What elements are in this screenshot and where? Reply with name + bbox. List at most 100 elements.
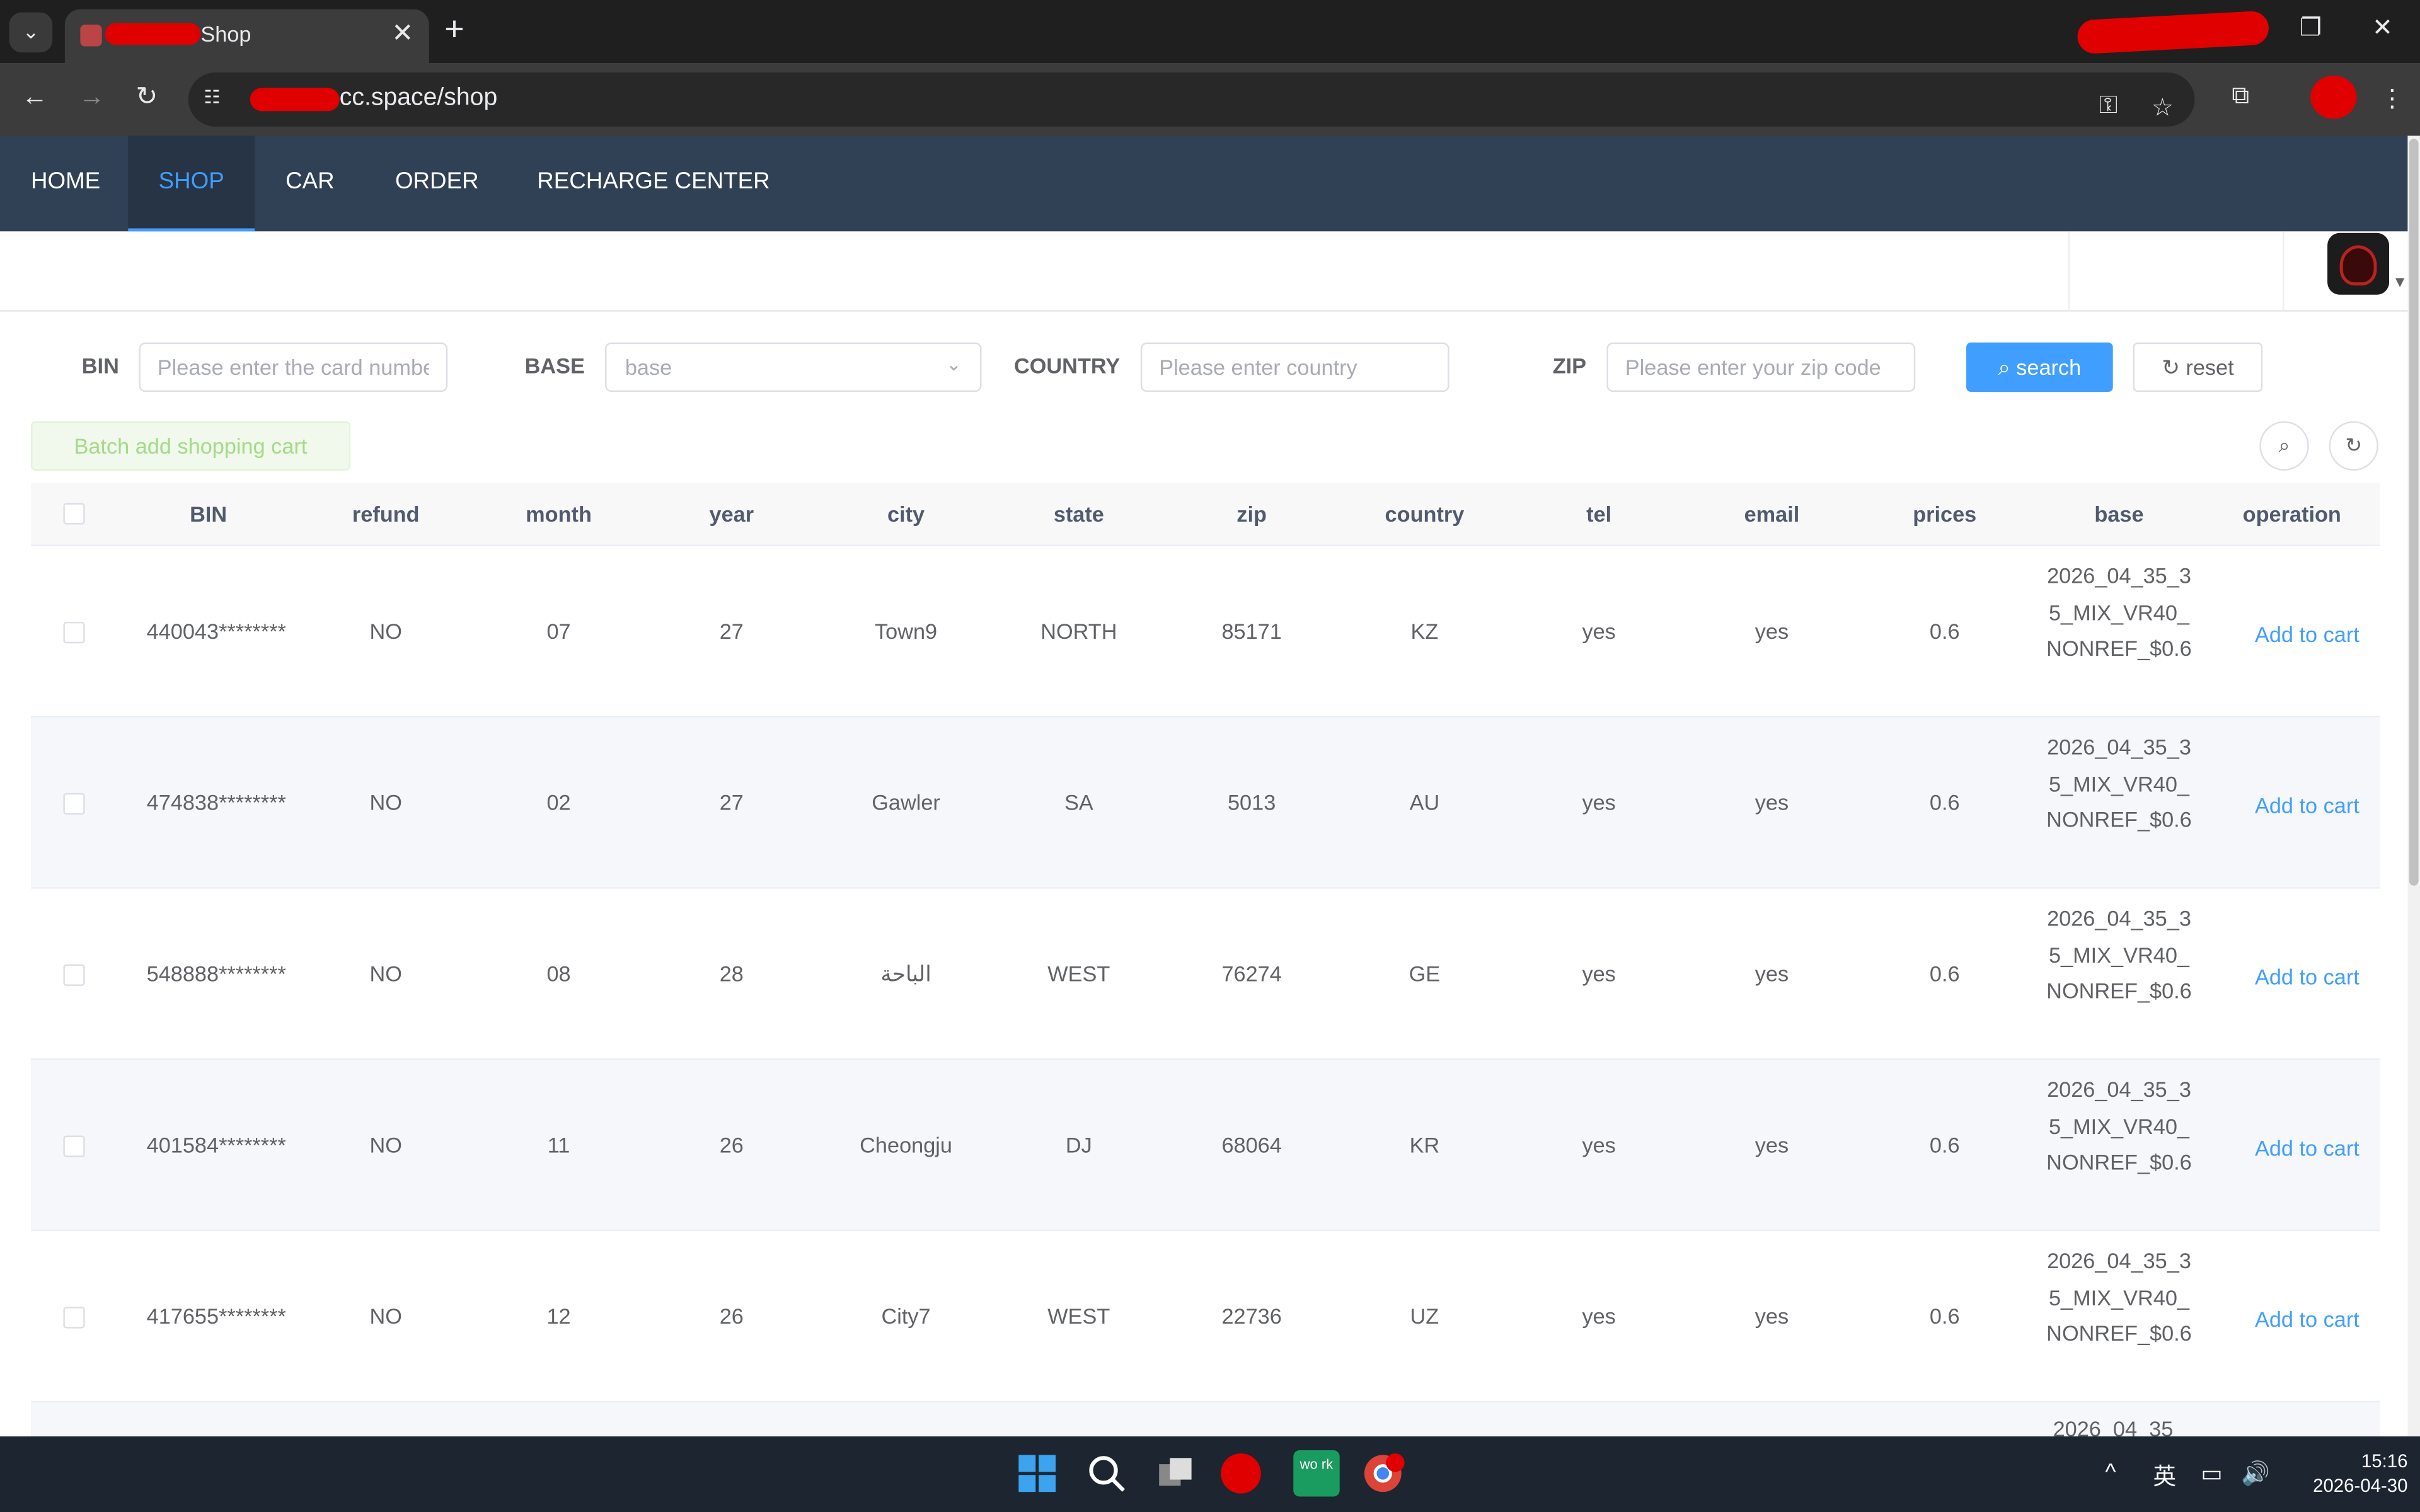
add-to-cart-link[interactable]: Add to cart [2255, 622, 2360, 646]
cell-month: 12 [546, 1303, 571, 1329]
avatar-dropdown-icon[interactable]: ▼ [2392, 275, 2407, 292]
cell-base: 2026_04_35_35_MIX_VR40_NONREF_$0.6 [2046, 905, 2192, 1003]
refresh-table-icon[interactable]: ↻ [2329, 421, 2378, 471]
work-app-icon[interactable]: wo rk [1293, 1450, 1340, 1497]
tray-expand-icon[interactable]: ^ [2105, 1460, 2116, 1486]
select-all-checkbox[interactable] [63, 503, 85, 525]
avatar-logo-icon [2339, 245, 2377, 286]
bookmark-star-icon[interactable]: ☆ [2152, 93, 2174, 123]
reload-icon[interactable]: ↻ [136, 82, 158, 113]
back-icon[interactable]: ← [21, 82, 48, 113]
cell-price: 0.6 [1929, 961, 1960, 986]
tab-close-icon[interactable]: ✕ [391, 18, 413, 49]
cell-refund: NO [369, 1132, 402, 1157]
windows-start-icon[interactable] [1014, 1450, 1060, 1496]
cell-email: yes [1754, 1303, 1789, 1329]
cell-tel: yes [1582, 1303, 1616, 1329]
cell-email: yes [1754, 961, 1789, 986]
extensions-icon[interactable]: ⧉ [2232, 83, 2249, 111]
nav-order[interactable]: ORDER [364, 136, 510, 232]
country-input[interactable] [1140, 342, 1449, 392]
zip-input[interactable] [1606, 342, 1916, 392]
forward-icon[interactable]: → [79, 82, 105, 113]
nav-shop[interactable]: SHOP [128, 135, 255, 232]
bin-input[interactable] [139, 342, 448, 392]
nav-recharge-center[interactable]: RECHARGE CENTER [506, 136, 800, 232]
window-close-icon[interactable]: ✕ [2372, 13, 2393, 43]
row-checkbox[interactable] [63, 964, 85, 986]
cell-email: yes [1754, 1132, 1789, 1157]
new-tab-icon[interactable]: + [444, 9, 464, 50]
clock-time: 15:16 [2361, 1450, 2408, 1472]
cell-email: yes [1754, 619, 1789, 644]
windows-taskbar [0, 1436, 2420, 1512]
cell-state: WEST [1047, 961, 1110, 986]
reset-button-label: reset [2186, 355, 2234, 380]
cell-month: 11 [547, 1132, 570, 1157]
cell-city: Town9 [875, 619, 938, 644]
cell-year: 27 [719, 789, 744, 815]
profile-avatar[interactable] [2310, 76, 2357, 119]
add-to-cart-link[interactable]: Add to cart [2255, 793, 2360, 818]
cell-refund: NO [369, 1303, 402, 1329]
base-select[interactable]: base ⌄ [605, 342, 982, 392]
col-base: base [2094, 501, 2144, 527]
cell-bin: 401584******** [146, 1132, 286, 1157]
cell-month: 08 [546, 961, 571, 986]
row-checkbox[interactable] [63, 1307, 85, 1329]
nav-car[interactable]: CAR [255, 136, 366, 232]
url-text[interactable]: cc.space/shop [340, 85, 497, 113]
nav-home[interactable]: HOME [0, 136, 131, 232]
cell-month: 02 [546, 789, 571, 815]
volume-icon[interactable]: 🔊 [2241, 1460, 2270, 1487]
row-checkbox[interactable] [63, 793, 85, 815]
table-row: 417655******** NO 12 26 City7 WEST 22736 UZ yes y… [30, 1231, 2380, 1403]
site-info-icon[interactable]: ☷ [204, 86, 230, 113]
add-to-cart-link[interactable]: Add to cart [2255, 1135, 2360, 1160]
row-checkbox[interactable] [63, 621, 85, 644]
reset-button[interactable]: ↻ reset [2133, 342, 2263, 392]
cell-base: 2026_04_35_35_MIX_VR40_NONREF_$0.6 [2046, 1077, 2192, 1174]
search-button[interactable]: ⌕ search [1966, 342, 2113, 392]
balance-area [2068, 231, 2285, 312]
cell-country: AU [1409, 789, 1440, 815]
address-bar[interactable]: ☷ cc.space/shop ⚿ ☆ [188, 72, 2195, 127]
scrollbar-thumb[interactable] [2409, 139, 2419, 886]
batch-add-cart-button[interactable]: Batch add shopping cart [30, 421, 350, 471]
row-checkbox[interactable] [63, 1135, 85, 1157]
tab-search-chevron-icon[interactable]: ⌄ [9, 12, 53, 53]
chrome-icon[interactable] [1360, 1450, 1406, 1496]
add-to-cart-link[interactable]: Add to cart [2255, 1307, 2360, 1331]
taskbar-search-icon[interactable] [1083, 1450, 1129, 1496]
table-row: 401584******** NO 11 26 Cheongju DJ 68064 KR yes… [30, 1060, 2380, 1232]
bin-label: BIN [81, 353, 119, 379]
screen: ⌄ Shop ✕ + — ❐ ✕ ← → ↻ ☷ cc.space/shop ⚿… [0, 0, 2420, 1512]
browser-menu-icon[interactable]: ⋮ [2380, 83, 2404, 114]
redacted-app-icon[interactable] [1218, 1450, 1264, 1496]
cell-year: 27 [719, 619, 744, 644]
toggle-search-icon[interactable]: ⌕ [2259, 421, 2309, 471]
user-avatar[interactable] [2327, 232, 2390, 295]
cell-base: 2026_04_35_35_MIX_VR40_NONREF_$0.6 [2046, 563, 2192, 661]
password-key-icon[interactable]: ⚿ [2099, 93, 2118, 120]
zip-label: ZIP [1552, 353, 1587, 379]
col-year: year [709, 501, 754, 527]
cell-refund: NO [369, 619, 402, 644]
browser-toolbar: ← → ↻ ☷ cc.space/shop ⚿ ☆ ⧉ ⋮ [0, 63, 2420, 136]
cell-price: 0.6 [1929, 1303, 1960, 1329]
add-to-cart-link[interactable]: Add to cart [2255, 965, 2360, 989]
cell-city: Cheongju [860, 1132, 952, 1157]
taskbar-clock[interactable]: 15:16 2026-04-30 [2285, 1449, 2408, 1498]
network-icon[interactable]: ▭ [2201, 1460, 2223, 1487]
cell-bin: 440043******** [146, 619, 286, 644]
browser-tab[interactable]: Shop ✕ [64, 9, 429, 64]
col-zip: zip [1236, 501, 1267, 527]
user-header [0, 231, 2408, 312]
cell-base: 2026_04_35_35_MIX_VR40_NONREF_$0.6 [2046, 1248, 2192, 1346]
cell-bin: 548888******** [146, 961, 286, 986]
task-view-icon[interactable] [1153, 1450, 1199, 1496]
ime-indicator[interactable]: 英 [2153, 1460, 2176, 1492]
cell-tel: yes [1582, 789, 1616, 815]
base-select-placeholder: base [625, 355, 672, 380]
restore-icon[interactable]: ❐ [2300, 13, 2322, 43]
